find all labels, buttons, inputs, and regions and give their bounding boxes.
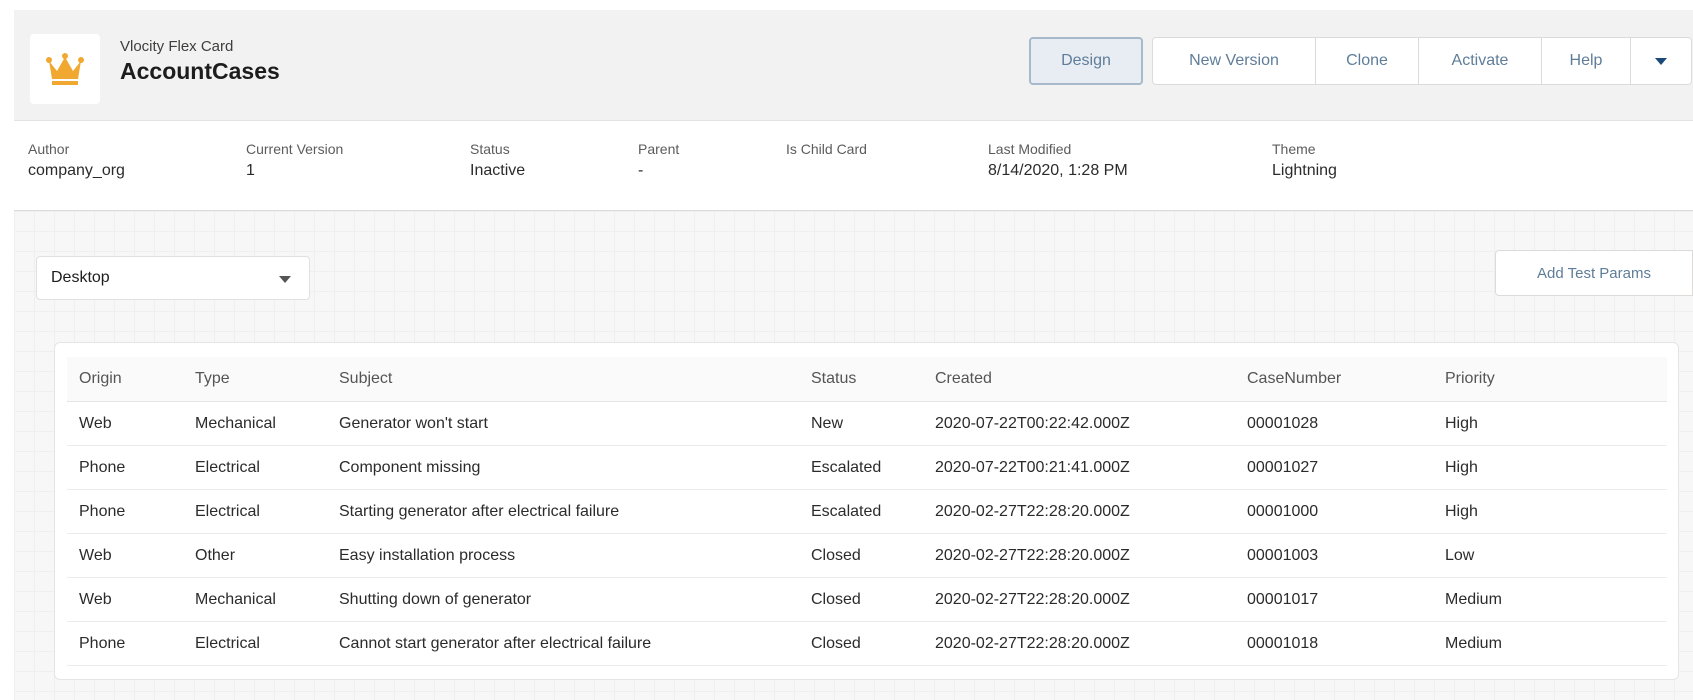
cell-status: New: [799, 401, 923, 446]
info-last-modified: Last Modified 8/14/2020, 1:28 PM: [988, 140, 1128, 182]
cell-origin: Phone: [67, 489, 183, 534]
cell-status: Closed: [799, 577, 923, 622]
cell-origin: Web: [67, 401, 183, 446]
new-version-button[interactable]: New Version: [1152, 37, 1316, 85]
cell-casenumber: 00001000: [1235, 489, 1433, 534]
column-header-created: Created: [923, 357, 1235, 402]
info-label: Theme: [1272, 141, 1316, 157]
device-select[interactable]: Desktop: [36, 256, 310, 300]
cell-type: Electrical: [183, 621, 327, 666]
cell-created: 2020-02-27T22:28:20.000Z: [923, 577, 1235, 622]
info-is-child: Is Child Card: [786, 140, 867, 158]
info-label: Last Modified: [988, 141, 1072, 157]
cases-table: Origin Type Subject Status Created CaseN…: [67, 357, 1667, 666]
cell-subject: Starting generator after electrical fail…: [327, 489, 799, 534]
info-value: Inactive: [470, 162, 526, 179]
table-row: Phone Electrical Starting generator afte…: [67, 489, 1667, 534]
activate-button[interactable]: Activate: [1418, 37, 1542, 85]
info-version: Current Version 1: [246, 140, 343, 182]
info-value: 8/14/2020, 1:28 PM: [988, 162, 1128, 179]
cell-casenumber: 00001003: [1235, 533, 1433, 578]
cell-subject: Easy installation process: [327, 533, 799, 578]
cases-card: Origin Type Subject Status Created CaseN…: [54, 342, 1679, 680]
info-value: Lightning: [1272, 162, 1337, 179]
cell-priority: Medium: [1433, 621, 1667, 666]
card-info-row: Author company_org Current Version 1 Sta…: [28, 140, 1678, 200]
crown-icon: [46, 53, 84, 85]
chevron-down-icon: [1655, 57, 1667, 65]
cell-status: Escalated: [799, 489, 923, 534]
info-label: Is Child Card: [786, 141, 867, 157]
cell-status: Closed: [799, 621, 923, 666]
cell-type: Electrical: [183, 489, 327, 534]
column-header-origin: Origin: [67, 357, 183, 402]
cell-casenumber: 00001027: [1235, 445, 1433, 490]
logo: [30, 34, 100, 104]
info-status: Status Inactive: [470, 140, 525, 182]
column-header-subject: Subject: [327, 357, 799, 402]
title-block: Vlocity Flex Card AccountCases: [120, 38, 280, 86]
help-button[interactable]: Help: [1541, 37, 1631, 85]
cell-created: 2020-07-22T00:22:42.000Z: [923, 401, 1235, 446]
card-header: Vlocity Flex Card AccountCases Design Ne…: [14, 10, 1693, 121]
cell-created: 2020-07-22T00:21:41.000Z: [923, 445, 1235, 490]
info-parent: Parent -: [638, 140, 679, 182]
info-label: Current Version: [246, 141, 344, 157]
cell-subject: Cannot start generator after electrical …: [327, 621, 799, 666]
cell-origin: Phone: [67, 445, 183, 490]
cell-casenumber: 00001028: [1235, 401, 1433, 446]
cell-subject: Component missing: [327, 445, 799, 490]
cell-priority: Medium: [1433, 577, 1667, 622]
cell-type: Electrical: [183, 445, 327, 490]
cell-casenumber: 00001018: [1235, 621, 1433, 666]
device-select-value: Desktop: [51, 269, 110, 286]
header-actions: Design New Version Clone Activate Help: [1029, 37, 1692, 87]
info-label: Author: [28, 141, 70, 157]
cell-origin: Web: [67, 577, 183, 622]
cell-created: 2020-02-27T22:28:20.000Z: [923, 621, 1235, 666]
table-header-row: Origin Type Subject Status Created CaseN…: [67, 357, 1667, 402]
info-value: -: [638, 162, 644, 179]
page-title: AccountCases: [120, 58, 280, 84]
clone-button[interactable]: Clone: [1315, 37, 1419, 85]
cell-type: Mechanical: [183, 401, 327, 446]
cell-priority: High: [1433, 401, 1667, 446]
more-actions-button[interactable]: [1630, 37, 1692, 85]
cell-subject: Generator won't start: [327, 401, 799, 446]
card-subtitle: Vlocity Flex Card: [120, 38, 234, 55]
info-label: Parent: [638, 141, 680, 157]
info-author: Author company_org: [28, 140, 125, 182]
cell-origin: Web: [67, 533, 183, 578]
cell-created: 2020-02-27T22:28:20.000Z: [923, 489, 1235, 534]
info-theme: Theme Lightning: [1272, 140, 1337, 182]
info-label: Status: [470, 141, 510, 157]
cell-status: Escalated: [799, 445, 923, 490]
cell-origin: Phone: [67, 621, 183, 666]
cell-status: Closed: [799, 533, 923, 578]
cell-subject: Shutting down of generator: [327, 577, 799, 622]
table-row: Web Mechanical Shutting down of generato…: [67, 577, 1667, 622]
column-header-type: Type: [183, 357, 327, 402]
flex-card-designer: Vlocity Flex Card AccountCases Design Ne…: [0, 0, 1693, 700]
column-header-priority: Priority: [1433, 357, 1667, 402]
table-row: Web Other Easy installation process Clos…: [67, 533, 1667, 578]
cell-type: Mechanical: [183, 577, 327, 622]
column-header-casenumber: CaseNumber: [1235, 357, 1433, 402]
cell-created: 2020-02-27T22:28:20.000Z: [923, 533, 1235, 578]
cell-type: Other: [183, 533, 327, 578]
table-row: Phone Electrical Cannot start generator …: [67, 621, 1667, 666]
table-row: Web Mechanical Generator won't start New…: [67, 401, 1667, 446]
info-value: company_org: [28, 162, 125, 179]
cell-priority: Low: [1433, 533, 1667, 578]
chevron-down-icon: [279, 276, 291, 283]
add-test-params-button[interactable]: Add Test Params: [1495, 250, 1693, 296]
design-button[interactable]: Design: [1029, 37, 1143, 85]
cell-priority: High: [1433, 489, 1667, 534]
column-header-status: Status: [799, 357, 923, 402]
info-value: 1: [246, 162, 255, 179]
table-row: Phone Electrical Component missing Escal…: [67, 445, 1667, 490]
cell-casenumber: 00001017: [1235, 577, 1433, 622]
cell-priority: High: [1433, 445, 1667, 490]
